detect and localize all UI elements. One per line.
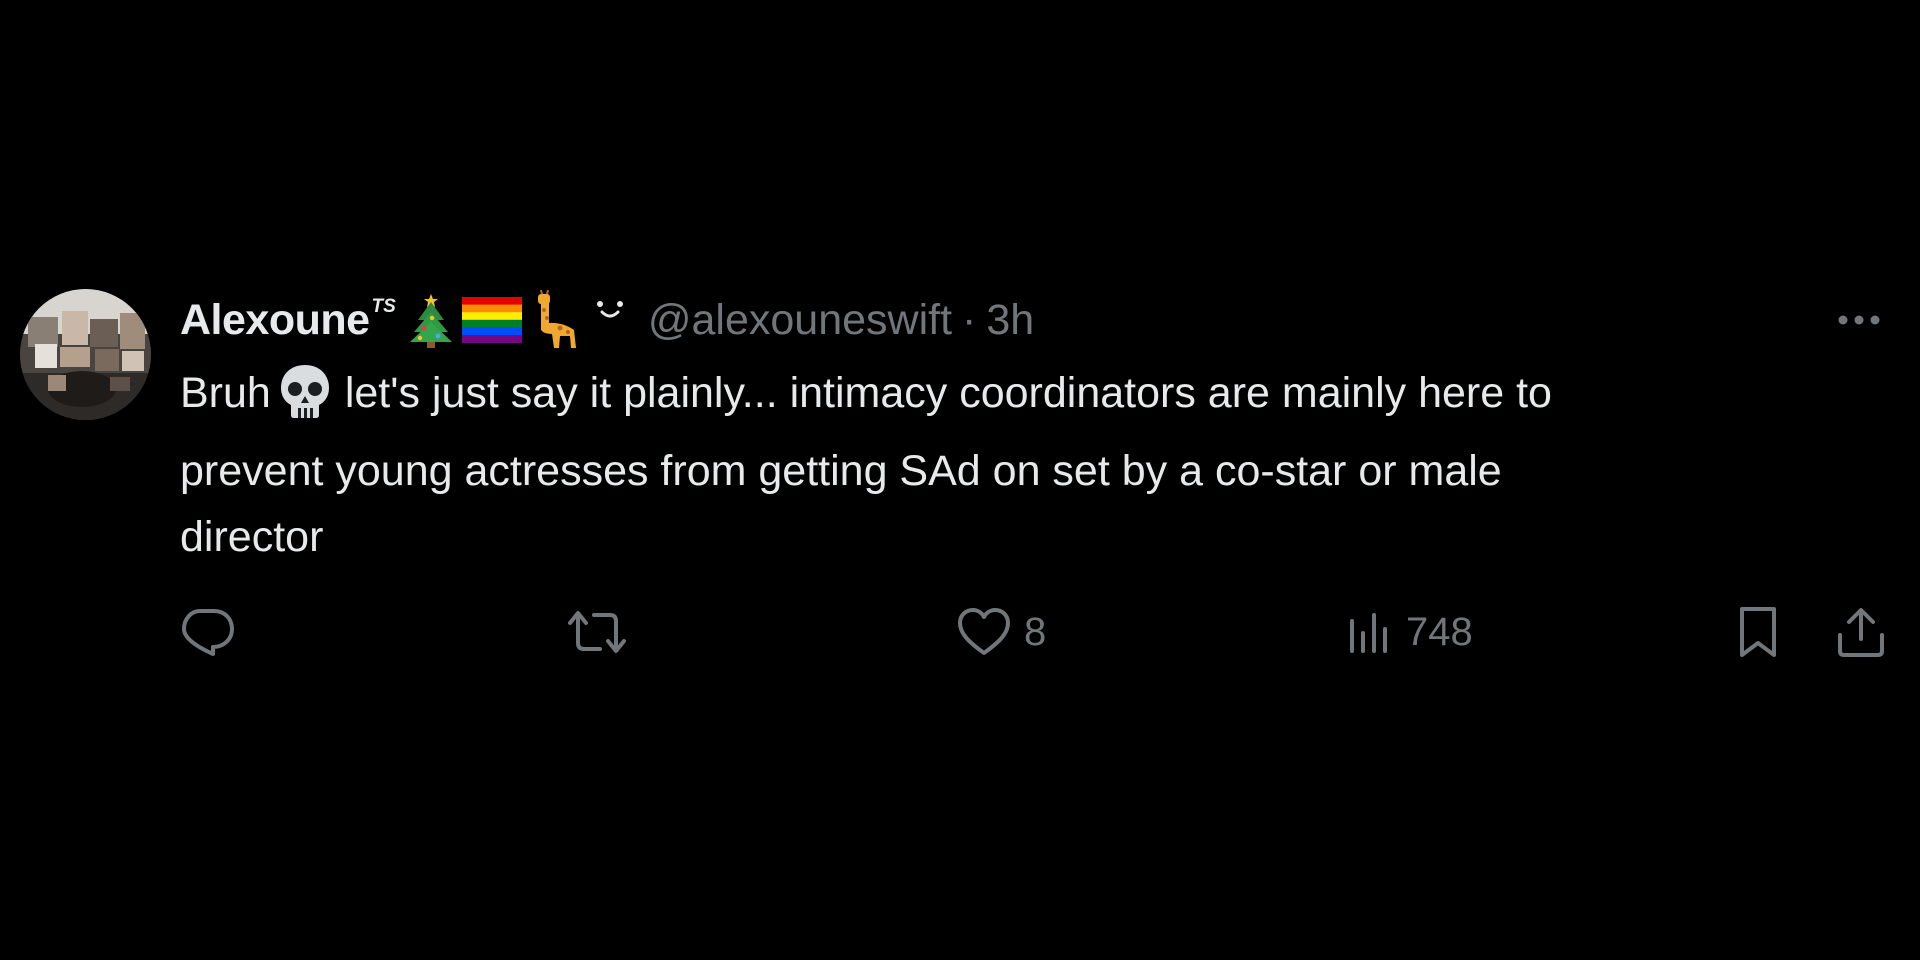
- tweet: Alexoune TS @alexouneswift · 3h Bruh let…: [0, 0, 1920, 960]
- tweet-text: Bruh let's just say it plainly... intimac…: [180, 360, 1860, 570]
- tweet-text-line-3: director: [180, 513, 324, 561]
- bookmark-icon: [1740, 607, 1776, 657]
- share-icon: [1838, 608, 1884, 657]
- more-options-button[interactable]: [1834, 303, 1884, 337]
- avatar-image: [20, 289, 151, 420]
- share-button[interactable]: [1834, 600, 1888, 664]
- more-dots-icon: [1838, 315, 1880, 325]
- display-name[interactable]: Alexoune: [180, 296, 370, 345]
- avatar[interactable]: [20, 289, 151, 420]
- smiling-face-icon: [590, 298, 630, 342]
- views-count: 748: [1406, 609, 1473, 654]
- like-button[interactable]: 8: [956, 600, 1046, 664]
- tweet-text-line-1-rest: let's just say it plainly... intimacy co…: [344, 369, 1552, 417]
- christmas-tree-icon: [408, 292, 454, 348]
- display-name-superscript: TS: [371, 296, 396, 317]
- reply-icon: [182, 609, 234, 656]
- giraffe-icon: [530, 290, 582, 350]
- like-count: 8: [1024, 609, 1047, 654]
- heart-icon: [958, 608, 1010, 655]
- tweet-text-line-2: prevent young actresses from getting SAd…: [180, 447, 1502, 495]
- skull-icon: [277, 363, 333, 438]
- tweet-text-bruh: Bruh: [180, 369, 271, 417]
- rainbow-flag-icon: [461, 297, 522, 343]
- tweet-header: Alexoune TS @alexouneswift · 3h: [180, 288, 1034, 352]
- repost-icon: [568, 611, 626, 653]
- separator-dot: ·: [962, 295, 977, 344]
- views-chart-icon: [1350, 613, 1387, 653]
- user-handle[interactable]: @alexouneswift: [648, 296, 952, 345]
- bookmark-button[interactable]: [1734, 600, 1782, 664]
- timestamp[interactable]: 3h: [986, 296, 1034, 345]
- views-button[interactable]: 748: [1346, 600, 1473, 664]
- reply-button[interactable]: [180, 600, 248, 664]
- repost-button[interactable]: [566, 600, 640, 664]
- tweet-text-line-1: Bruh let's just say it plainly... intimac…: [180, 360, 1860, 438]
